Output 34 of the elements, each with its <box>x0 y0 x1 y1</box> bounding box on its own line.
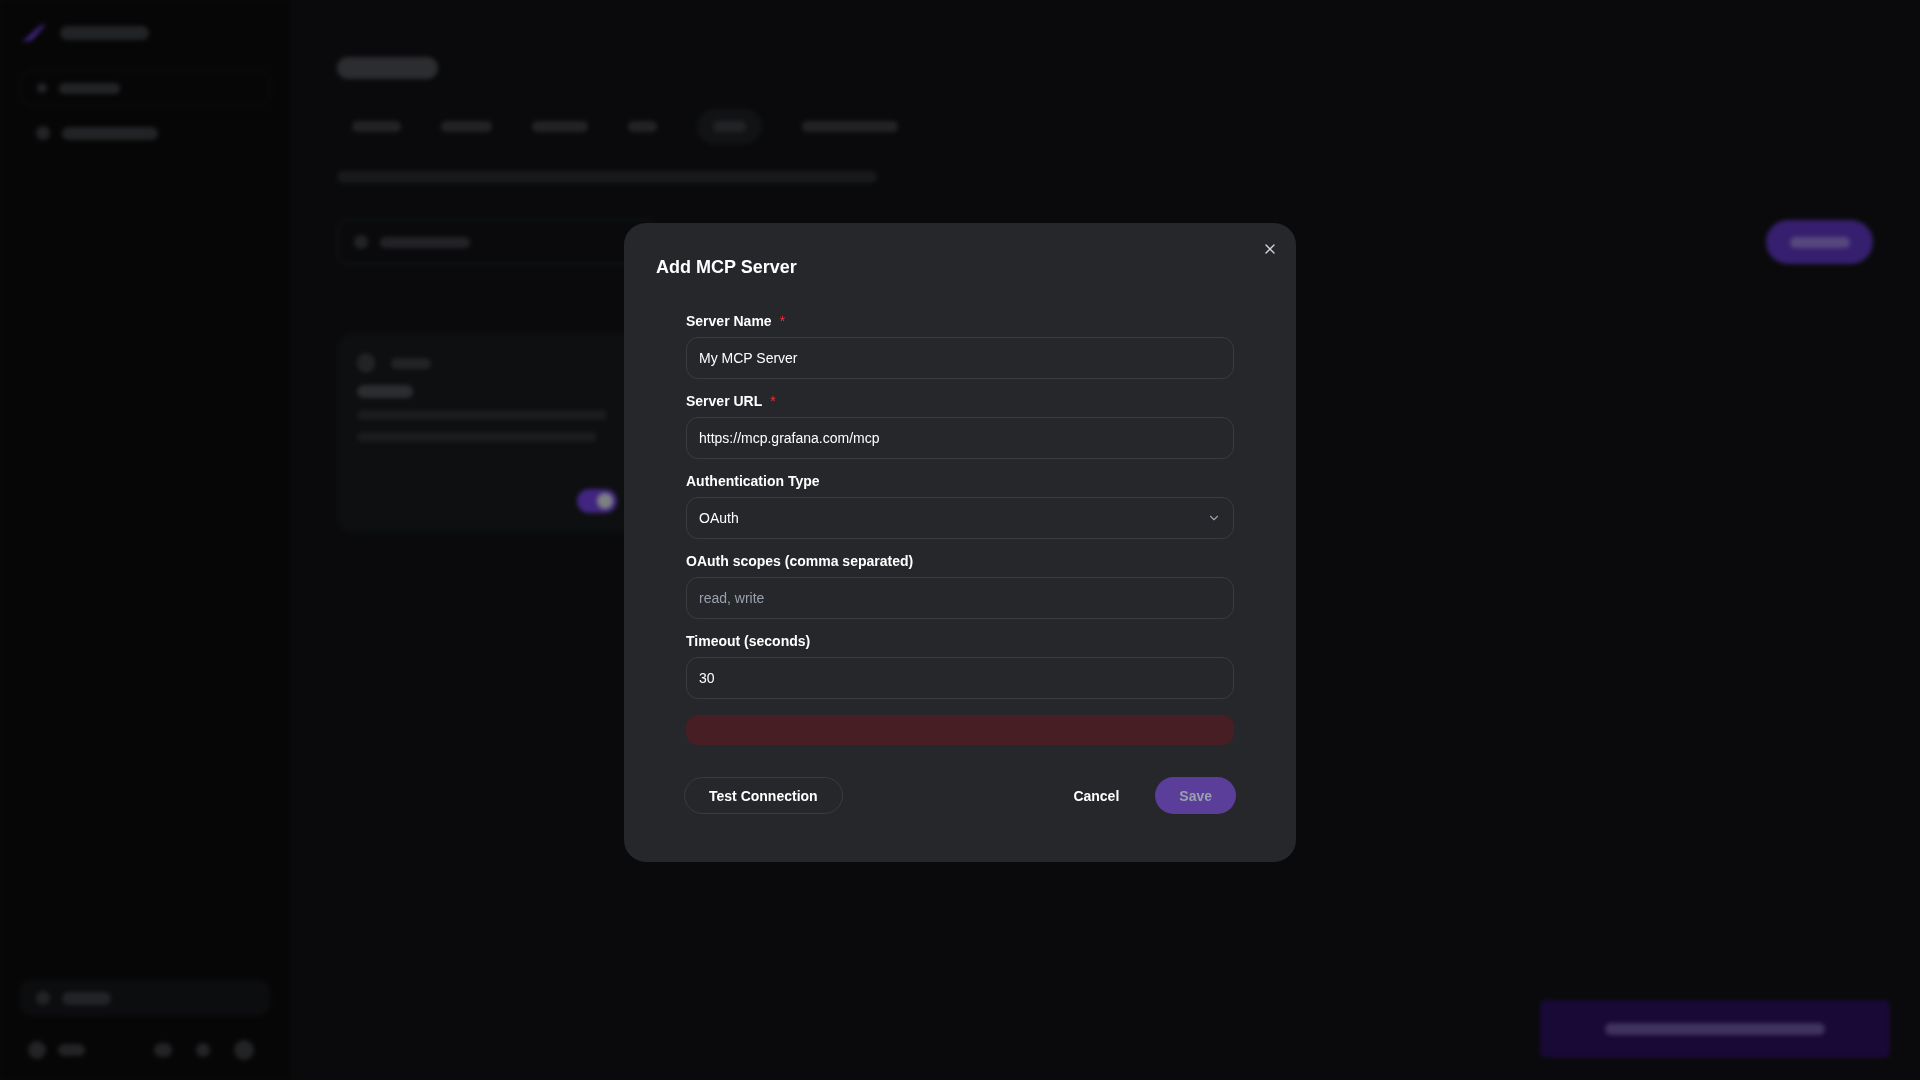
input-field[interactable]: read, write <box>686 577 1234 619</box>
changelog-banner[interactable] <box>1540 1000 1890 1058</box>
blurred-text-bar <box>154 1043 172 1057</box>
blurred-text-bar <box>354 235 368 249</box>
field-label: Authentication Type <box>686 472 820 491</box>
auth-type-select[interactable]: OAuth <box>686 497 1234 539</box>
blurred-text-bar <box>441 120 492 132</box>
blurred-text-bar <box>234 1040 254 1060</box>
required-mark: * <box>779 314 786 328</box>
input-field[interactable]: https://mcp.grafana.com/mcp <box>686 417 1234 459</box>
blurred-text-bar <box>1789 236 1850 248</box>
blurred-text-bar <box>28 1041 46 1059</box>
blurred-text-bar <box>196 1043 210 1057</box>
input-field[interactable]: My MCP Server <box>686 337 1234 379</box>
blurred-text-bar <box>37 83 47 93</box>
blurred-text-bar <box>59 82 120 94</box>
logo-icon <box>20 22 48 44</box>
blurred-text-bar <box>532 120 588 132</box>
input-field[interactable]: 30 <box>686 657 1234 699</box>
field-label: Server URL <box>686 392 763 411</box>
blurred-text-bar <box>628 120 657 132</box>
field-label: Timeout (seconds) <box>686 632 811 651</box>
blurred-text-bar <box>36 126 50 140</box>
add-tool-button[interactable] <box>1766 220 1873 264</box>
required-mark: * <box>770 394 776 408</box>
blurred-text-bar <box>357 385 413 398</box>
field-label: OAuth scopes (comma separated) <box>686 552 914 571</box>
dialog-title: Add MCP Server <box>656 256 798 279</box>
field-label: Server Name <box>686 312 772 331</box>
blurred-text-bar <box>58 1044 85 1056</box>
blurred-text-bar <box>352 120 401 132</box>
toggle-switch[interactable] <box>577 489 617 513</box>
new-chat-button[interactable] <box>20 70 270 106</box>
cancel-button[interactable]: Cancel <box>1073 785 1120 806</box>
